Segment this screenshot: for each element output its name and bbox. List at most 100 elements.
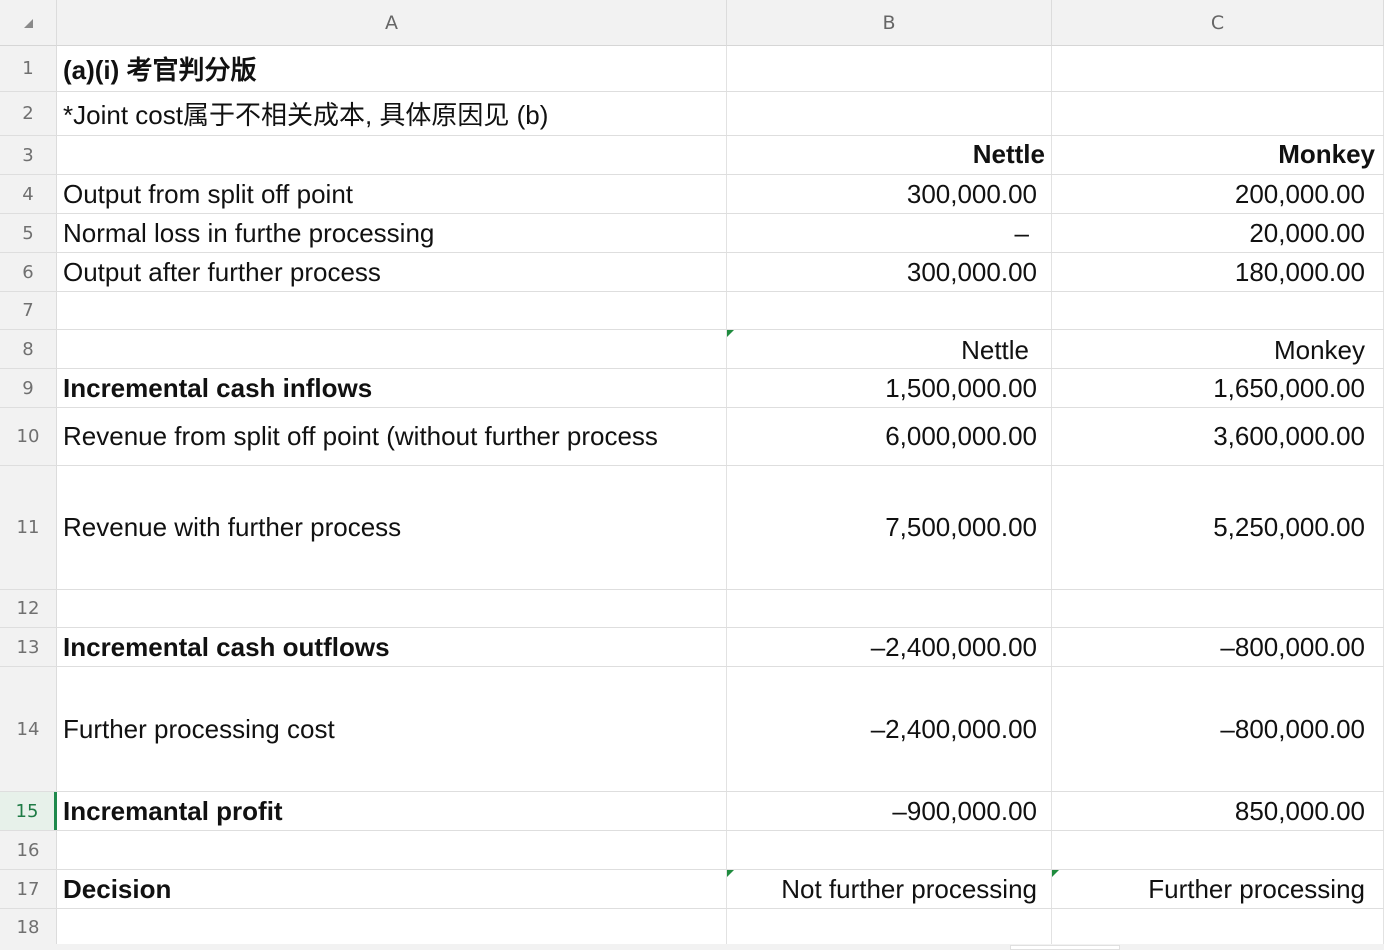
cell-b12[interactable]: [727, 590, 1052, 627]
cell-a17[interactable]: Decision: [57, 870, 727, 908]
cell-b11[interactable]: 7,500,000.00: [727, 466, 1052, 589]
row-header[interactable]: 18: [0, 909, 57, 946]
row-header[interactable]: 14: [0, 667, 57, 791]
cell-b16[interactable]: [727, 831, 1052, 869]
cell-b4[interactable]: 300,000.00: [727, 175, 1052, 213]
cell-b6[interactable]: 300,000.00: [727, 253, 1052, 291]
cell-c15[interactable]: 850,000.00: [1052, 792, 1384, 830]
row-header[interactable]: 11: [0, 466, 57, 589]
cell-c1[interactable]: [1052, 46, 1384, 91]
cell-b18[interactable]: [727, 909, 1052, 946]
cell-b10[interactable]: 6,000,000.00: [727, 408, 1052, 465]
row-header[interactable]: 8: [0, 330, 57, 368]
cell-a8[interactable]: [57, 330, 727, 368]
scrollbar-thumb[interactable]: [1010, 945, 1120, 950]
row-header[interactable]: 2: [0, 92, 57, 135]
cell-c3[interactable]: Monkey: [1052, 136, 1384, 174]
cell-a13[interactable]: Incremental cash outflows: [57, 628, 727, 666]
cell-a16[interactable]: [57, 831, 727, 869]
cell-a11[interactable]: Revenue with further process: [57, 466, 727, 589]
row-14: 14 Further processing cost –2,400,000.00…: [0, 667, 1384, 792]
cell-b8-text: Nettle: [961, 335, 1029, 365]
row-header[interactable]: 10: [0, 408, 57, 465]
cell-c13[interactable]: –800,000.00: [1052, 628, 1384, 666]
spreadsheet[interactable]: A B C 1 (a)(i) 考官判分版 2 *Joint cost属于不相关成…: [0, 0, 1384, 950]
column-header-c[interactable]: C: [1052, 0, 1384, 46]
cell-c7[interactable]: [1052, 292, 1384, 329]
cell-b13[interactable]: –2,400,000.00: [727, 628, 1052, 666]
cell-a5[interactable]: Normal loss in furthe processing: [57, 214, 727, 252]
cell-b5[interactable]: –: [727, 214, 1052, 252]
row-header[interactable]: 5: [0, 214, 57, 252]
cell-a2[interactable]: *Joint cost属于不相关成本, 具体原因见 (b): [57, 92, 727, 135]
cell-c18[interactable]: [1052, 909, 1384, 946]
cell-grid: 1 (a)(i) 考官判分版 2 *Joint cost属于不相关成本, 具体原…: [0, 46, 1384, 947]
cell-c16[interactable]: [1052, 831, 1384, 869]
select-all-corner[interactable]: [0, 0, 57, 46]
row-8: 8 Nettle Monkey: [0, 330, 1384, 369]
cell-a4[interactable]: Output from split off point: [57, 175, 727, 213]
row-header[interactable]: 16: [0, 831, 57, 869]
row-13: 13 Incremental cash outflows –2,400,000.…: [0, 628, 1384, 667]
row-header[interactable]: 1: [0, 46, 57, 91]
row-header[interactable]: 7: [0, 292, 57, 329]
cell-c11[interactable]: 5,250,000.00: [1052, 466, 1384, 589]
cell-a15[interactable]: Incremantal profit: [57, 792, 727, 830]
row-header[interactable]: 13: [0, 628, 57, 666]
cell-c5[interactable]: 20,000.00: [1052, 214, 1384, 252]
cell-c17[interactable]: Further processing: [1052, 870, 1384, 908]
row-header-active[interactable]: 15: [0, 792, 57, 830]
column-header-row: A B C: [0, 0, 1384, 46]
row-header[interactable]: 3: [0, 136, 57, 174]
cell-b2[interactable]: [727, 92, 1052, 135]
row-16: 16: [0, 831, 1384, 870]
column-header-a[interactable]: A: [57, 0, 727, 46]
row-5: 5 Normal loss in furthe processing – 20,…: [0, 214, 1384, 253]
cell-c6[interactable]: 180,000.00: [1052, 253, 1384, 291]
cell-c12[interactable]: [1052, 590, 1384, 627]
row-header[interactable]: 17: [0, 870, 57, 908]
comment-marker-icon: [727, 330, 734, 337]
cell-b14[interactable]: –2,400,000.00: [727, 667, 1052, 791]
row-17: 17 Decision Not further processing Furth…: [0, 870, 1384, 909]
cell-c8[interactable]: Monkey: [1052, 330, 1384, 368]
cell-b15[interactable]: –900,000.00: [727, 792, 1052, 830]
column-header-b[interactable]: B: [727, 0, 1052, 46]
row-header[interactable]: 4: [0, 175, 57, 213]
row-header[interactable]: 12: [0, 590, 57, 627]
row-2: 2 *Joint cost属于不相关成本, 具体原因见 (b): [0, 92, 1384, 136]
cell-a7[interactable]: [57, 292, 727, 329]
cell-a1[interactable]: (a)(i) 考官判分版: [57, 46, 727, 91]
cell-b1[interactable]: [727, 46, 1052, 91]
cell-a14[interactable]: Further processing cost: [57, 667, 727, 791]
cell-c17-text: Further processing: [1148, 873, 1365, 904]
cell-b17-text: Not further processing: [781, 873, 1037, 904]
row-11: 11 Revenue with further process 7,500,00…: [0, 466, 1384, 590]
row-1: 1 (a)(i) 考官判分版: [0, 46, 1384, 92]
cell-b7[interactable]: [727, 292, 1052, 329]
row-9: 9 Incremental cash inflows 1,500,000.00 …: [0, 369, 1384, 408]
select-all-icon: [24, 19, 33, 28]
cell-b17[interactable]: Not further processing: [727, 870, 1052, 908]
cell-b9[interactable]: 1,500,000.00: [727, 369, 1052, 407]
cell-a9[interactable]: Incremental cash inflows: [57, 369, 727, 407]
row-10: 10 Revenue from split off point (without…: [0, 408, 1384, 466]
cell-c4[interactable]: 200,000.00: [1052, 175, 1384, 213]
row-4: 4 Output from split off point 300,000.00…: [0, 175, 1384, 214]
cell-a18[interactable]: [57, 909, 727, 946]
cell-b8[interactable]: Nettle: [727, 330, 1052, 368]
comment-marker-icon: [727, 870, 734, 877]
cell-a3[interactable]: [57, 136, 727, 174]
horizontal-scrollbar[interactable]: [0, 944, 1384, 950]
row-15: 15 Incremantal profit –900,000.00 850,00…: [0, 792, 1384, 831]
cell-c14[interactable]: –800,000.00: [1052, 667, 1384, 791]
cell-a10[interactable]: Revenue from split off point (without fu…: [57, 408, 727, 465]
cell-b3[interactable]: Nettle: [727, 136, 1052, 174]
cell-a6[interactable]: Output after further process: [57, 253, 727, 291]
cell-c9[interactable]: 1,650,000.00: [1052, 369, 1384, 407]
row-header[interactable]: 9: [0, 369, 57, 407]
cell-c10[interactable]: 3,600,000.00: [1052, 408, 1384, 465]
cell-a12[interactable]: [57, 590, 727, 627]
cell-c2[interactable]: [1052, 92, 1384, 135]
row-header[interactable]: 6: [0, 253, 57, 291]
